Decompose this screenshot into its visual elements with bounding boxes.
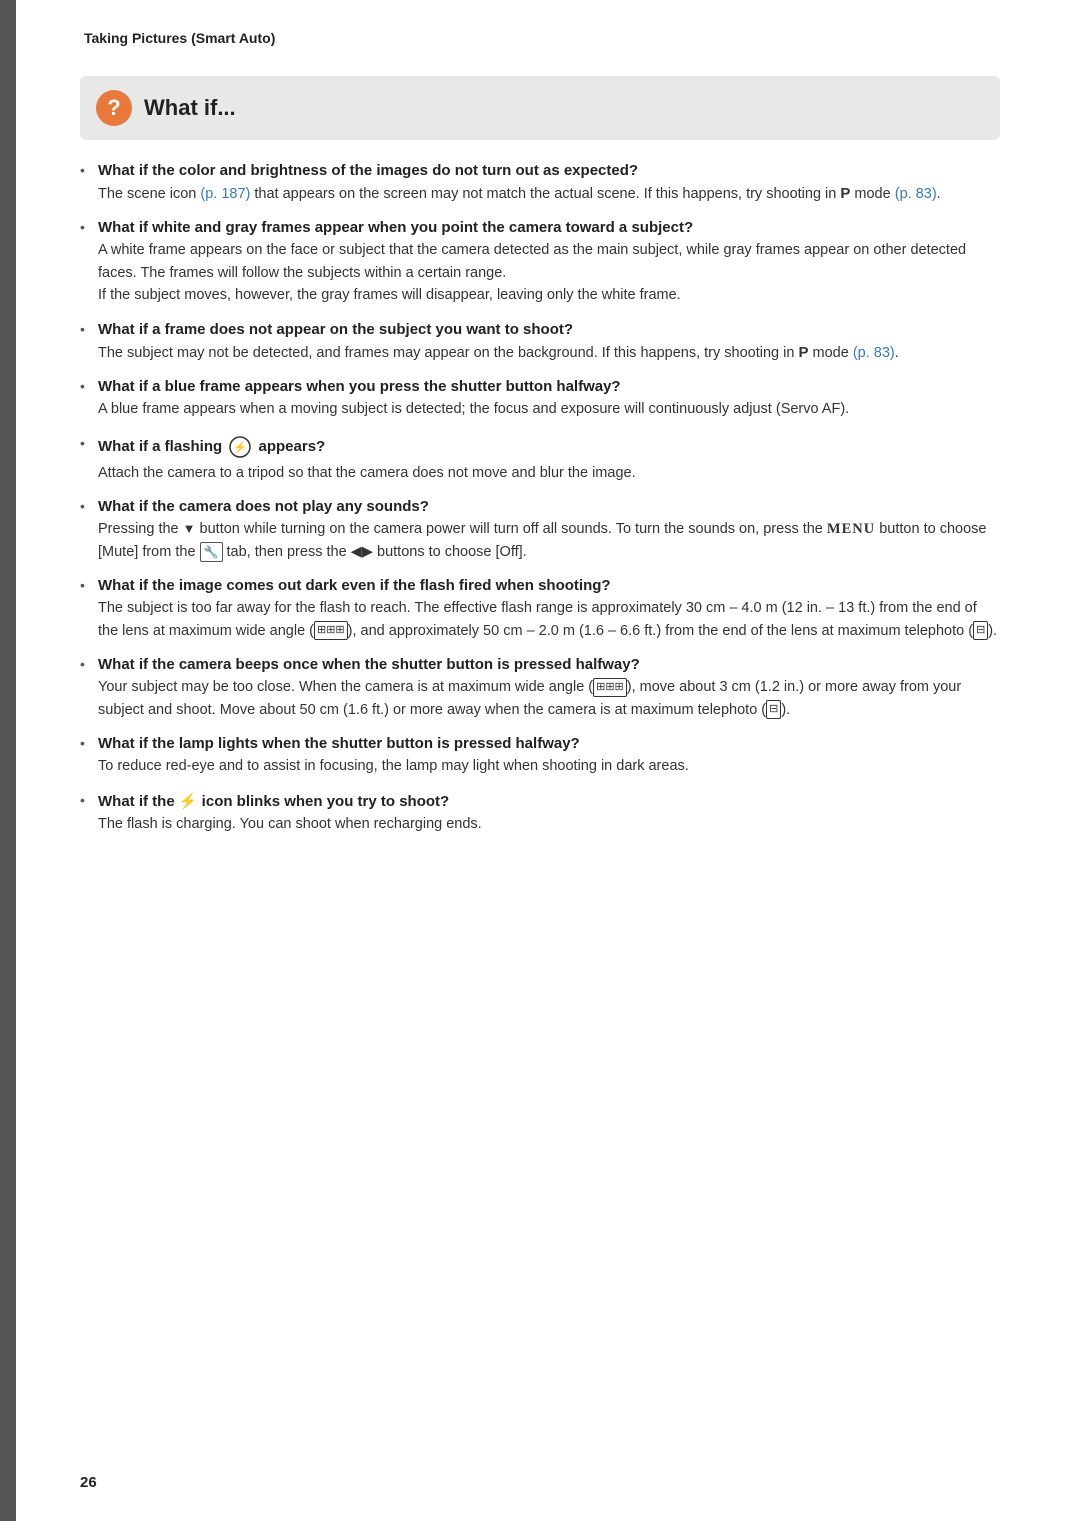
item-body: Your subject may be too close. When the … bbox=[98, 676, 1000, 721]
p-mode-label: P bbox=[840, 185, 850, 202]
tele-icon: ⊟ bbox=[973, 621, 988, 640]
wide-angle-icon-2: ⊞⊞⊞ bbox=[593, 678, 627, 697]
what-if-title: What if... bbox=[144, 95, 236, 121]
item-heading: What if a blue frame appears when you pr… bbox=[98, 378, 621, 395]
page: Taking Pictures (Smart Auto) ? What if..… bbox=[0, 0, 1080, 1521]
what-if-box: ? What if... bbox=[80, 76, 1000, 140]
list-item: What if the lamp lights when the shutter… bbox=[80, 735, 1000, 777]
page-link[interactable]: (p. 187) bbox=[200, 186, 250, 202]
arrow-buttons-icon: ◀▶ bbox=[351, 544, 373, 560]
page-number: 26 bbox=[80, 1474, 97, 1491]
list-item: What if the ⚡ icon blinks when you try t… bbox=[80, 792, 1000, 835]
svg-text:⚡: ⚡ bbox=[233, 441, 247, 454]
header-title: Taking Pictures (Smart Auto) bbox=[84, 30, 275, 46]
list-item: What if the image comes out dark even if… bbox=[80, 577, 1000, 642]
item-body: The subject may not be detected, and fra… bbox=[98, 341, 1000, 364]
item-heading: What if a flashing ⚡ appears? bbox=[98, 438, 325, 455]
list-item: What if the camera does not play any sou… bbox=[80, 498, 1000, 563]
item-body: A white frame appears on the face or sub… bbox=[98, 239, 1000, 306]
faq-list: What if the color and brightness of the … bbox=[80, 162, 1000, 835]
page-link-2[interactable]: (p. 83) bbox=[895, 186, 937, 202]
list-item: What if a frame does not appear on the s… bbox=[80, 321, 1000, 364]
list-item: What if a flashing ⚡ appears? Attach the… bbox=[80, 435, 1000, 484]
flash-icon: ⚡ bbox=[179, 793, 198, 810]
list-item: What if a blue frame appears when you pr… bbox=[80, 378, 1000, 420]
item-heading: What if the camera beeps once when the s… bbox=[98, 656, 640, 673]
settings-tab-icon: 🔧 bbox=[200, 542, 223, 563]
menu-label: MENU bbox=[827, 521, 875, 537]
item-body: The flash is charging. You can shoot whe… bbox=[98, 813, 1000, 835]
page-header: Taking Pictures (Smart Auto) bbox=[80, 30, 1000, 46]
item-heading: What if the color and brightness of the … bbox=[98, 162, 638, 179]
shake-icon: ⚡ bbox=[228, 435, 252, 459]
question-icon: ? bbox=[96, 90, 132, 126]
item-body: The subject is too far away for the flas… bbox=[98, 597, 1000, 642]
item-body: To reduce red-eye and to assist in focus… bbox=[98, 755, 1000, 777]
item-heading: What if white and gray frames appear whe… bbox=[98, 219, 693, 236]
down-arrow-icon: ▼ bbox=[183, 521, 196, 536]
item-heading: What if the ⚡ icon blinks when you try t… bbox=[98, 793, 449, 810]
item-heading: What if the lamp lights when the shutter… bbox=[98, 735, 580, 752]
tele-icon-2: ⊟ bbox=[766, 700, 781, 719]
item-heading: What if a frame does not appear on the s… bbox=[98, 321, 573, 338]
item-heading: What if the image comes out dark even if… bbox=[98, 577, 611, 594]
item-body: Attach the camera to a tripod so that th… bbox=[98, 462, 1000, 484]
item-heading: What if the camera does not play any sou… bbox=[98, 498, 429, 515]
p-mode-label: P bbox=[798, 344, 808, 361]
list-item: What if white and gray frames appear whe… bbox=[80, 219, 1000, 306]
list-item: What if the camera beeps once when the s… bbox=[80, 656, 1000, 721]
item-body: Pressing the ▼ button while turning on t… bbox=[98, 518, 1000, 563]
wide-angle-icon: ⊞⊞⊞ bbox=[314, 621, 348, 640]
left-bar bbox=[0, 0, 16, 1521]
item-body: The scene icon (p. 187) that appears on … bbox=[98, 182, 1000, 205]
list-item: What if the color and brightness of the … bbox=[80, 162, 1000, 205]
item-body: A blue frame appears when a moving subje… bbox=[98, 398, 1000, 420]
page-link[interactable]: (p. 83) bbox=[853, 345, 895, 361]
